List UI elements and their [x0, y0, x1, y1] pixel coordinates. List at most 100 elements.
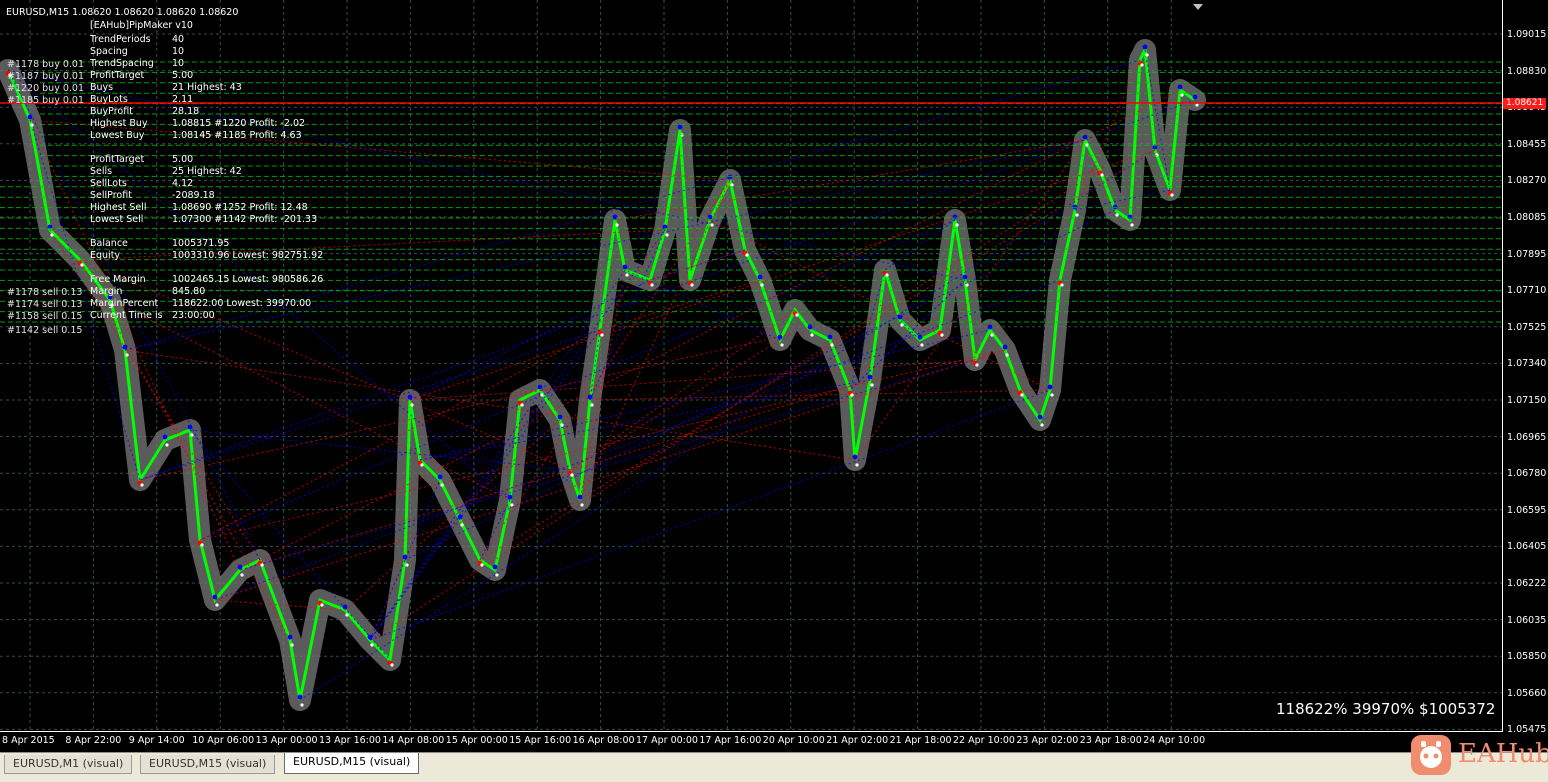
- ea-row-value: 10: [172, 46, 185, 57]
- order-marker: [140, 483, 144, 487]
- time-label: 9 Apr 14:00: [128, 735, 185, 746]
- price-chart[interactable]: [0, 0, 1548, 752]
- order-marker: [540, 393, 544, 397]
- trade-label: #1142 sell 0.15: [7, 325, 83, 336]
- buy-marker: [287, 634, 293, 640]
- ea-row-value: 28.18: [172, 106, 200, 117]
- ea-row-value: 1.08690 #1252 Profit: 12.48: [172, 202, 308, 213]
- buy-marker: [537, 384, 543, 390]
- order-marker: [200, 543, 204, 547]
- order-marker: [650, 283, 654, 287]
- order-marker: [125, 353, 129, 357]
- order-marker: [615, 223, 619, 227]
- order-marker: [1115, 213, 1119, 217]
- sell-order-link: [29, 119, 241, 571]
- order-marker: [570, 473, 574, 477]
- buy-marker: [367, 634, 373, 640]
- time-label: 16 Apr 08:00: [572, 735, 635, 746]
- symbol-header: EURUSD,M15 1.08620 1.08620 1.08620 1.086…: [6, 7, 239, 18]
- order-marker: [795, 313, 799, 317]
- price-axis-divider: [1502, 0, 1503, 732]
- buy-order-link: [214, 279, 1061, 601]
- ea-row-label: ProfitTarget: [90, 154, 145, 165]
- ea-row-value: 1.07300 #1142 Profit: -201.33: [172, 214, 318, 225]
- ea-row-value: 1002465.15 Lowest: 980586.26: [172, 274, 324, 285]
- trade-label: #1174 sell 0.13: [7, 299, 83, 310]
- tab-eurusd-m15-active[interactable]: EURUSD,M15 (visual): [284, 753, 420, 774]
- order-marker: [495, 573, 499, 577]
- buy-marker: [852, 454, 858, 460]
- order-marker: [955, 223, 959, 227]
- order-marker: [1130, 223, 1134, 227]
- chart-window[interactable]: 1.090151.088301.086451.084551.082701.080…: [0, 0, 1548, 752]
- stats-readout: 118622% 39970% $1005372: [1276, 700, 1496, 718]
- order-marker: [590, 403, 594, 407]
- ea-row-value: 4.12: [172, 178, 194, 189]
- ea-row-label: ProfitTarget: [90, 70, 145, 81]
- buy-marker: [577, 494, 583, 500]
- time-label: 8 Apr 22:00: [65, 735, 122, 746]
- order-marker: [260, 563, 264, 567]
- order-marker: [1155, 153, 1159, 157]
- chart-shift-marker-icon[interactable]: [1193, 4, 1203, 10]
- tab-eurusd-m15[interactable]: EURUSD,M15 (visual): [140, 755, 276, 774]
- order-marker: [690, 283, 694, 287]
- ea-row-value: 1003310.96 Lowest: 982751.92: [172, 250, 324, 261]
- buy-marker: [1037, 414, 1043, 420]
- ea-row-value: 40: [172, 34, 185, 45]
- time-label: 8 Apr 2015: [2, 735, 55, 746]
- order-marker: [780, 343, 784, 347]
- sell-order-link: [139, 329, 811, 481]
- buy-marker: [27, 114, 33, 120]
- sell-order-link: [214, 349, 1006, 601]
- order-marker: [760, 283, 764, 287]
- buy-marker: [297, 694, 303, 700]
- price-label: 1.08455: [1507, 138, 1547, 150]
- eahub-logo-icon: [1411, 735, 1451, 775]
- buy-marker: [827, 334, 833, 340]
- buy-marker: [867, 374, 873, 380]
- buy-marker: [402, 554, 408, 560]
- order-marker: [560, 423, 564, 427]
- price-label: 1.08270: [1507, 175, 1547, 187]
- price-label: 1.06405: [1507, 541, 1547, 553]
- sell-order-link: [409, 359, 976, 401]
- buy-marker: [122, 344, 128, 350]
- order-marker: [870, 383, 874, 387]
- order-marker: [215, 603, 219, 607]
- order-marker: [710, 223, 714, 227]
- ea-row-value: 1.08145 #1185 Profit: 4.63: [172, 130, 302, 141]
- ea-row-value: 21 Highest: 43: [172, 82, 242, 93]
- buy-marker: [457, 514, 463, 520]
- time-label: 23 Apr 02:00: [1016, 735, 1079, 746]
- ea-row-value: 23:00:00: [172, 310, 215, 321]
- ea-row-label: Buys: [90, 82, 114, 93]
- time-label: 24 Apr 10:00: [1143, 735, 1206, 746]
- ea-row-label: BuyLots: [90, 94, 128, 105]
- buy-marker: [162, 434, 168, 440]
- tab-eurusd-m1[interactable]: EURUSD,M1 (visual): [4, 755, 133, 774]
- buy-marker: [507, 494, 513, 500]
- ea-row-value: 2.11: [172, 94, 194, 105]
- ea-row-value: 118622.00 Lowest: 39970.00: [172, 298, 312, 309]
- order-marker: [1075, 213, 1079, 217]
- ea-row-label: Equity: [90, 250, 121, 261]
- ea-row-label: Free Margin: [90, 274, 146, 285]
- buy-marker: [1192, 94, 1198, 100]
- order-marker: [510, 503, 514, 507]
- buy-marker: [727, 174, 733, 180]
- ea-row-label: SellProfit: [90, 190, 132, 201]
- ea-row-label: Highest Sell: [90, 202, 147, 213]
- price-label: 1.05660: [1507, 687, 1547, 699]
- order-marker: [810, 333, 814, 337]
- price-label: 1.06595: [1507, 504, 1547, 516]
- order-marker: [885, 273, 889, 277]
- ea-row-label: Highest Buy: [90, 118, 148, 129]
- time-label: 17 Apr 00:00: [636, 735, 698, 746]
- buy-marker: [1047, 384, 1053, 390]
- ea-row-value: -2089.18: [172, 190, 215, 201]
- order-marker: [965, 283, 969, 287]
- ea-title: [EAHub]PipMaker v10: [90, 20, 193, 31]
- order-marker: [390, 663, 394, 667]
- trade-label: #1187 buy 0.01: [7, 71, 85, 82]
